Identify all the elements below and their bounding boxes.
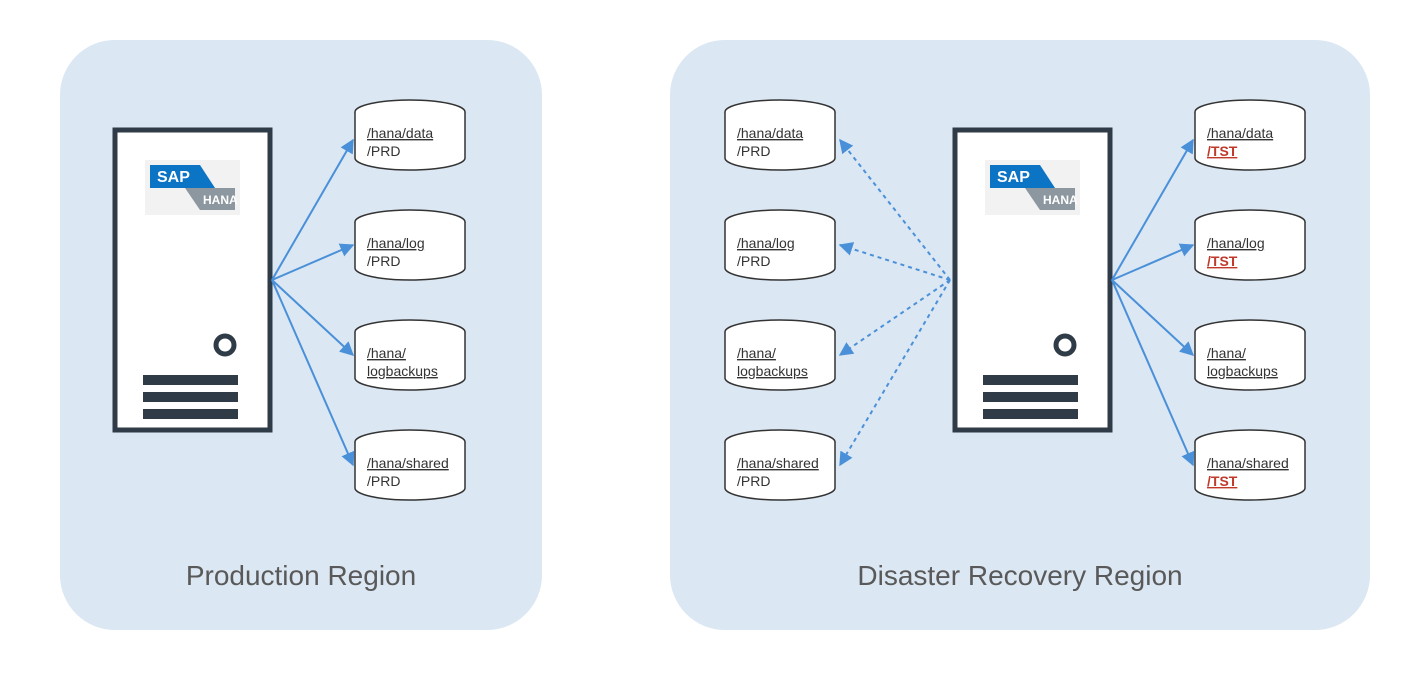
production-region-label: Production Region xyxy=(186,560,416,591)
volume-label: /PRD xyxy=(737,253,770,269)
production-server: SAP HANA xyxy=(115,130,270,430)
volume-cylinder: /hana/data /PRD xyxy=(725,100,835,170)
volume-cylinder: /hana/data /PRD xyxy=(355,100,465,170)
sap-logo-text: SAP xyxy=(997,169,1030,186)
sap-hana-logo: SAP HANA xyxy=(985,160,1080,215)
volume-label: /hana/shared xyxy=(737,455,819,471)
diagram-root: Production Region SAP HANA xyxy=(0,0,1412,677)
server-bar-icon xyxy=(143,409,238,419)
volume-label-highlight: /TST xyxy=(1207,473,1238,489)
dr-region-label: Disaster Recovery Region xyxy=(857,560,1182,591)
production-region: Production Region SAP HANA xyxy=(60,40,542,630)
dr-region: Disaster Recovery Region /hana/data /PRD… xyxy=(670,40,1370,630)
volume-label: logbackups xyxy=(737,363,808,379)
hana-logo-text: HANA xyxy=(203,193,238,207)
volume-label: /hana/ xyxy=(737,345,776,361)
volume-label-highlight: /TST xyxy=(1207,253,1238,269)
sap-hana-logo: SAP HANA xyxy=(145,160,240,215)
volume-label: /hana/ xyxy=(367,345,406,361)
volume-cylinder: /hana/ logbackups xyxy=(355,320,465,390)
server-bar-icon xyxy=(143,392,238,402)
volume-label: /hana/data xyxy=(367,125,433,141)
volume-cylinder: /hana/shared /TST xyxy=(1195,430,1305,500)
volume-cylinder: /hana/ logbackups xyxy=(725,320,835,390)
volume-cylinder: /hana/log /TST xyxy=(1195,210,1305,280)
dr-server: SAP HANA xyxy=(955,130,1110,430)
hana-logo-text: HANA xyxy=(1043,193,1078,207)
volume-cylinder: /hana/log /PRD xyxy=(355,210,465,280)
volume-cylinder: /hana/shared /PRD xyxy=(725,430,835,500)
volume-label: /hana/log xyxy=(367,235,425,251)
volume-label: /PRD xyxy=(737,473,770,489)
volume-label: /PRD xyxy=(737,143,770,159)
volume-label: /hana/data xyxy=(737,125,803,141)
server-bar-icon xyxy=(983,409,1078,419)
volume-label: logbackups xyxy=(367,363,438,379)
sap-logo-text: SAP xyxy=(157,169,190,186)
volume-label: logbackups xyxy=(1207,363,1278,379)
volume-cylinder: /hana/shared /PRD xyxy=(355,430,465,500)
volume-label: /hana/log xyxy=(1207,235,1265,251)
volume-cylinder: /hana/data /TST xyxy=(1195,100,1305,170)
volume-label: /hana/log xyxy=(737,235,795,251)
volume-label: /hana/shared xyxy=(1207,455,1289,471)
volume-label: /hana/ xyxy=(1207,345,1246,361)
volume-label: /PRD xyxy=(367,473,400,489)
server-bar-icon xyxy=(983,392,1078,402)
volume-label: /PRD xyxy=(367,253,400,269)
volume-label: /hana/data xyxy=(1207,125,1273,141)
server-bar-icon xyxy=(143,375,238,385)
volume-label: /hana/shared xyxy=(367,455,449,471)
volume-cylinder: /hana/log /PRD xyxy=(725,210,835,280)
server-bar-icon xyxy=(983,375,1078,385)
volume-cylinder: /hana/ logbackups xyxy=(1195,320,1305,390)
volume-label-highlight: /TST xyxy=(1207,143,1238,159)
volume-label: /PRD xyxy=(367,143,400,159)
